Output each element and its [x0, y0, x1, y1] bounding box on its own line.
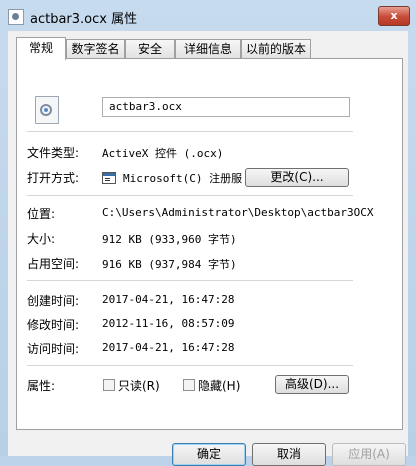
- tab-digital-signature[interactable]: 数字签名: [66, 39, 125, 58]
- size-on-disk-label: 占用空间:: [27, 257, 80, 271]
- general-panel: actbar3.ocx 文件类型: ActiveX 控件 (.ocx) 打开方式…: [16, 58, 403, 430]
- ocx-file-icon: [35, 96, 59, 124]
- tab-general[interactable]: 常规: [16, 37, 66, 60]
- hidden-label[interactable]: 隐藏(H): [198, 377, 240, 394]
- separator: [27, 131, 353, 132]
- tab-previous-versions[interactable]: 以前的版本: [241, 39, 311, 58]
- modified-label: 修改时间:: [27, 318, 80, 332]
- tab-details[interactable]: 详细信息: [175, 39, 241, 58]
- advanced-button[interactable]: 高级(D)...: [275, 375, 349, 394]
- ok-button[interactable]: 确定: [172, 443, 246, 466]
- window-title: actbar3.ocx 属性: [30, 12, 138, 27]
- separator: [27, 280, 353, 281]
- title-bar[interactable]: actbar3.ocx 属性 x: [0, 0, 416, 32]
- attributes-label: 属性:: [27, 379, 56, 393]
- file-type-label: 文件类型:: [27, 146, 80, 160]
- location-label: 位置:: [27, 207, 56, 221]
- change-button[interactable]: 更改(C)...: [245, 168, 349, 187]
- application-icon: [102, 172, 116, 184]
- opens-with-label: 打开方式:: [27, 171, 80, 185]
- close-button[interactable]: x: [378, 6, 410, 26]
- location-value: C:\Users\Administrator\Desktop\actbar3OC…: [102, 206, 374, 219]
- properties-window: actbar3.ocx 属性 x 常规 数字签名 安全 详细信息 以前的版本 a…: [0, 0, 416, 466]
- hidden-checkbox[interactable]: [183, 379, 195, 391]
- modified-value: 2012-11-16, 08:57:09: [102, 317, 235, 330]
- created-value: 2017-04-21, 16:47:28: [102, 293, 235, 306]
- separator: [27, 195, 353, 196]
- size-on-disk-value: 916 KB (937,984 字节): [102, 258, 237, 271]
- accessed-label: 访问时间:: [27, 342, 80, 356]
- accessed-value: 2017-04-21, 16:47:28: [102, 341, 235, 354]
- created-label: 创建时间:: [27, 294, 80, 308]
- readonly-label[interactable]: 只读(R): [118, 377, 160, 394]
- file-name-field[interactable]: actbar3.ocx: [102, 97, 350, 117]
- tab-security[interactable]: 安全: [125, 39, 175, 58]
- file-type-value: ActiveX 控件 (.ocx): [102, 147, 224, 160]
- dialog-body: 常规 数字签名 安全 详细信息 以前的版本 actbar3.ocx 文件类型: …: [8, 31, 408, 466]
- cancel-button[interactable]: 取消: [252, 443, 326, 466]
- opens-with-value: Microsoft(C) 注册服: [123, 172, 243, 185]
- readonly-checkbox[interactable]: [103, 379, 115, 391]
- separator: [27, 365, 353, 366]
- close-icon: x: [390, 9, 398, 22]
- size-label: 大小:: [27, 232, 56, 246]
- size-value: 912 KB (933,960 字节): [102, 233, 237, 246]
- file-icon: [8, 9, 24, 25]
- apply-button[interactable]: 应用(A): [332, 443, 406, 466]
